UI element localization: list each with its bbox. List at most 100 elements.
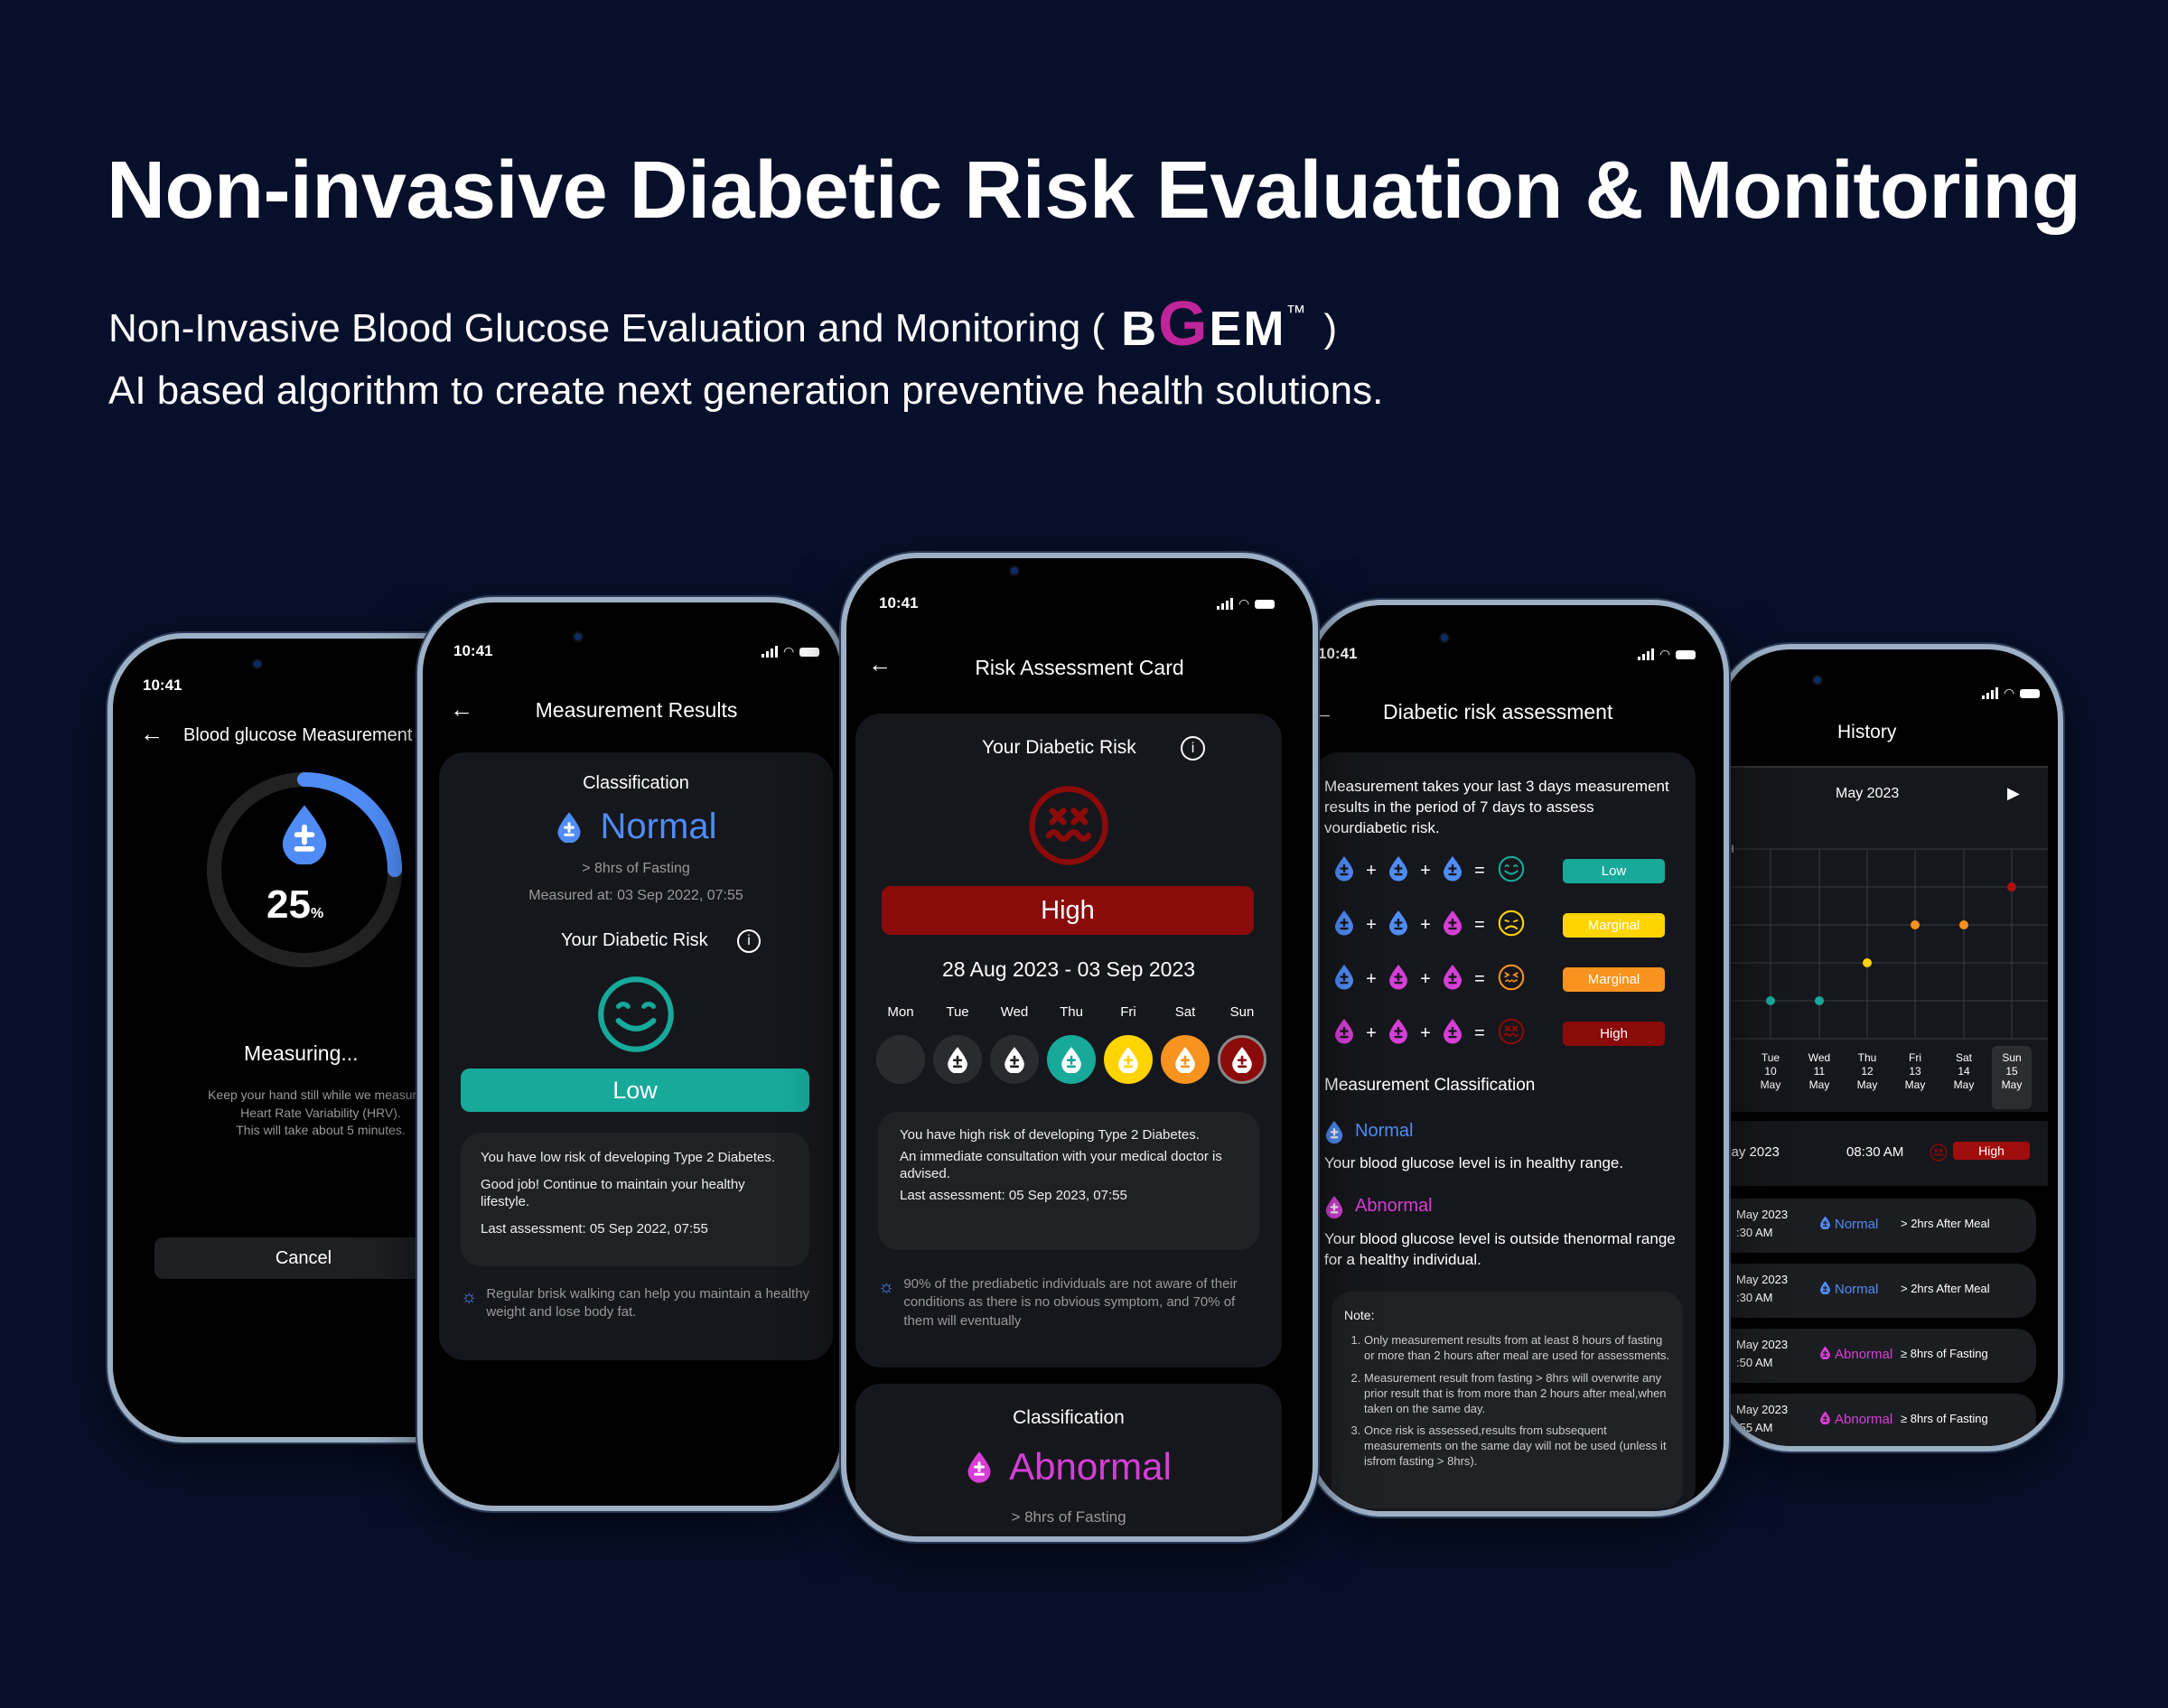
history-record[interactable]: May 2023:30 AM Normal > 2hrs After Meal [1720,1264,2036,1318]
tip-text: Regular brisk walking can help you maint… [486,1286,810,1321]
data-point[interactable] [1863,958,1872,967]
message-line: An immediate consultation with your medi… [900,1148,1222,1182]
plus-sign: + [1366,914,1377,935]
history-chart-card: May 2023 ▶ veltel Tue10MayWed11MayThu12M… [1720,766,2048,1112]
condition: > 8hrs of Fasting [582,861,690,876]
history-record[interactable]: May 2023:50 AM Abnormal ≥ 8hrs of Fasting [1720,1329,2036,1383]
day-tab-n: 15 [2005,1065,2018,1078]
risk-rule-row: + + = [1333,855,1525,884]
record-class-label: Abnormal [1835,1347,1893,1363]
status-time: 10:41 [453,642,493,659]
phone-risk-card-screen: 10:41 ◠ ← Risk Assessment Card Your Diab… [841,553,1318,1542]
data-point[interactable] [2007,882,2016,891]
equals-sign: = [1474,860,1485,881]
classification: Normal [439,807,833,847]
risk-message: You have high risk of developing Type 2 … [878,1112,1259,1250]
day-tab-tue[interactable]: Tue 10 May [1751,1046,1790,1109]
normal-drop-icon [1819,1281,1831,1298]
note-title: Note: [1344,1308,1375,1322]
camera [1439,632,1450,643]
plus-sign: + [1420,914,1431,935]
face-icon [1930,1143,1948,1166]
abnormal-drop-icon [1388,964,1409,994]
equals-sign: = [1474,1022,1485,1043]
record-condition: > 2hrs After Meal [1901,1282,1990,1295]
day-tab-fri[interactable]: Fri 13 May [1895,1046,1935,1109]
classification-title: Measurement Classification [1324,1076,1536,1095]
day-status-mon[interactable] [876,1035,925,1084]
tagline: AI based algorithm to create next genera… [108,369,1384,413]
record-classification: Abnormal [1819,1411,1892,1428]
risk-badge-high: High [1953,1142,2030,1160]
abnormal-description: Your blood glucose level is outside then… [1324,1230,1676,1268]
record-date: May 2023 [1736,1273,1789,1286]
lightbulb-icon: ☼ [878,1277,895,1297]
risk-badge-high: High [1563,1022,1665,1046]
equals-sign: = [1474,968,1485,989]
lightbulb-icon: ☼ [461,1287,478,1307]
risk-label: Your Diabetic Risk [561,930,708,950]
camera [252,658,263,669]
blood-drop-icon [1061,1046,1081,1074]
plus-sign: + [1366,860,1377,881]
data-point[interactable] [1766,996,1775,1005]
camera [1009,565,1020,576]
record-class-label: Normal [1835,1217,1879,1233]
data-point[interactable] [1815,996,1824,1005]
selected-assessment[interactable]: May 2023 08:30 AM High [1720,1121,2048,1186]
screen-title: Measurement Results [535,698,738,722]
info-icon[interactable]: i [1181,736,1205,761]
selected-time: 08:30 AM [1846,1144,1904,1160]
day-tab-m: May [1953,1078,1975,1091]
day-status-thu[interactable] [1047,1035,1096,1084]
screen-title: Risk Assessment Card [975,656,1184,679]
record-classification: Normal [1819,1281,1878,1298]
day-tab-thu[interactable]: Thu 12 May [1847,1046,1887,1109]
risk-rule-row: + + = [1333,1018,1525,1050]
data-point[interactable] [1959,920,1968,929]
day-label: Sun [1229,1004,1255,1020]
classification: Abnormal [855,1445,1282,1489]
data-point[interactable] [1911,920,1920,929]
blood-drop-icon [948,1046,967,1074]
note-box: Note: Only measurement results from at l… [1332,1292,1683,1508]
day-status-tue[interactable] [933,1035,982,1084]
plus-sign: + [1420,1022,1431,1043]
day-status-sat[interactable] [1161,1035,1210,1084]
record-classification: Abnormal [1819,1346,1892,1363]
message-line: You have high risk of developing Type 2 … [900,1127,1200,1143]
abnormal-legend: Abnormal [1324,1195,1433,1218]
history-record[interactable]: May 2023:30 AM Normal > 2hrs After Meal [1720,1199,2036,1253]
status-time: 10:41 [143,677,182,694]
message-line: Last assessment: 05 Sep 2022, 07:55 [481,1220,708,1237]
back-arrow-icon[interactable]: ← [140,720,164,748]
normal-drop-icon [1388,910,1409,939]
record-class-label: Abnormal [1835,1412,1893,1428]
happy-face-icon [596,975,676,1059]
status-icons: ◠ [1217,596,1276,611]
info-icon[interactable]: i [737,929,761,953]
day-status-fri[interactable] [1104,1035,1153,1084]
risk-rule-row: + + = [1333,964,1525,994]
risk-label: Your Diabetic Risk [982,737,1136,758]
record-condition: ≥ 8hrs of Fasting [1901,1347,1988,1360]
risk-high-bar: High [882,886,1254,935]
status-time: 10:41 [1318,645,1358,662]
day-tab-n: 14 [1958,1065,1970,1078]
day-status-sun[interactable] [1218,1035,1266,1084]
day-tab-sun[interactable]: Sun 15 May [1992,1046,2032,1109]
classification-label: Classification [1013,1407,1125,1428]
day-tab-wed[interactable]: Wed 11 May [1799,1046,1839,1109]
day-label: Tue [946,1004,969,1020]
high-face-icon [1498,1018,1525,1050]
history-record[interactable]: May 2023:55 AM Abnormal ≥ 8hrs of Fasting [1720,1394,2036,1446]
normal-drop-icon [1324,1120,1344,1143]
day-status-wed[interactable] [990,1035,1039,1084]
day-tab-sat[interactable]: Sat 14 May [1944,1046,1984,1109]
blood-drop-icon [1175,1046,1195,1074]
day-tab-m: May [1808,1078,1830,1091]
plus-sign: + [1420,860,1431,881]
subtitle: Non-Invasive Blood Glucose Evaluation an… [108,292,1337,357]
phone-history-screen: ◠ History May 2023 ▶ veltel Tue10MayWed1… [1715,644,2063,1451]
info-card: Measurement takes your last 3 days measu… [1313,752,1696,1511]
